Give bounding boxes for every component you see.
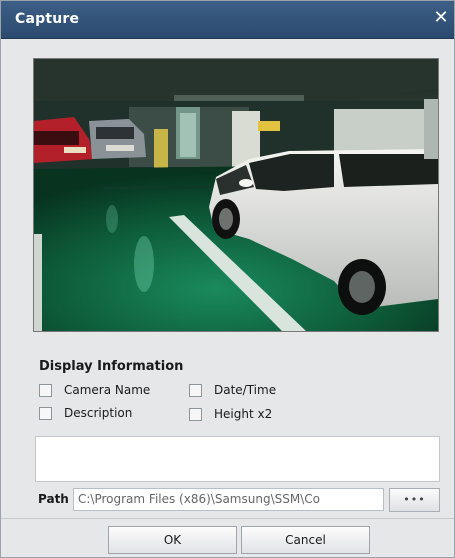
footer-divider [1,518,454,519]
camera-name-checkbox[interactable] [39,383,52,397]
cancel-button[interactable]: Cancel [241,526,370,554]
height-x2-label: Height x2 [214,407,273,421]
camera-name-label: Camera Name [64,383,151,397]
description-option[interactable]: Description [39,406,132,420]
capture-dialog: Capture ✕ Display Information Camera Nam… [0,0,455,558]
camera-name-option[interactable]: Camera Name [39,383,150,397]
close-icon[interactable]: ✕ [432,9,450,27]
height-x2-checkbox[interactable] [189,407,202,421]
browse-button[interactable]: ••• [389,488,440,512]
path-label: Path [38,492,69,506]
description-textarea[interactable] [35,436,440,482]
title-bar[interactable]: Capture ✕ [1,1,454,39]
date-time-option[interactable]: Date/Time [189,383,276,397]
height-x2-option[interactable]: Height x2 [189,407,272,421]
capture-preview-image [33,58,439,332]
ok-button[interactable]: OK [108,526,237,554]
description-label: Description [64,406,133,420]
description-checkbox[interactable] [39,406,52,420]
display-information-heading: Display Information [39,359,184,374]
window-title: Capture [15,11,80,27]
ellipsis-icon: ••• [403,493,426,506]
path-input[interactable]: C:\Program Files (x86)\Samsung\SSM\Co [73,488,384,511]
date-time-label: Date/Time [214,383,277,397]
date-time-checkbox[interactable] [189,383,202,397]
